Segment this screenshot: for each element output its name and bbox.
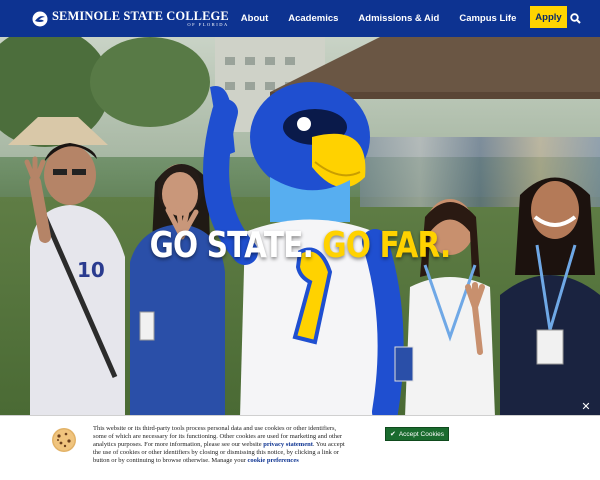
logo-name: SEMINOLE STATE COLLEGE bbox=[52, 8, 229, 23]
privacy-statement-link[interactable]: privacy statement bbox=[263, 441, 313, 448]
headline-part-1: GO STATE. bbox=[149, 225, 314, 266]
headline-part-2: GO FAR. bbox=[322, 225, 451, 266]
student-right bbox=[500, 177, 600, 415]
accept-cookies-button[interactable]: ✔ Accept Cookies bbox=[385, 427, 449, 441]
nav-about[interactable]: About bbox=[241, 13, 268, 24]
apply-button[interactable]: Apply bbox=[530, 6, 567, 28]
nav-academics[interactable]: Academics bbox=[288, 13, 338, 24]
cookie-preferences-link[interactable]: cookie preferences bbox=[248, 457, 299, 464]
cookie-notice-text: This website or its third-party tools pr… bbox=[93, 425, 345, 464]
close-icon[interactable]: ✕ bbox=[580, 401, 592, 413]
nav-campus-life[interactable]: Campus Life bbox=[459, 13, 516, 24]
search-icon[interactable] bbox=[568, 12, 582, 26]
cookie-icon bbox=[52, 428, 76, 452]
nav-admissions-aid[interactable]: Admissions & Aid bbox=[358, 13, 439, 24]
site-header: SEMINOLE STATE COLLEGE OF FLORIDA About … bbox=[0, 0, 600, 37]
main-nav: About Academics Admissions & Aid Campus … bbox=[241, 13, 537, 24]
cookie-banner: This website or its third-party tools pr… bbox=[0, 415, 600, 480]
hero-banner: 10 GO STATE. GO FAR. bbox=[0, 37, 600, 415]
checkmark-icon: ✔ bbox=[389, 431, 396, 438]
tree bbox=[90, 37, 210, 127]
college-logo[interactable]: SEMINOLE STATE COLLEGE OF FLORIDA bbox=[32, 0, 229, 37]
logo-subtitle: OF FLORIDA bbox=[187, 22, 229, 27]
hero-headline: GO STATE. GO FAR. bbox=[54, 225, 546, 266]
logo-emblem-icon bbox=[32, 11, 48, 26]
